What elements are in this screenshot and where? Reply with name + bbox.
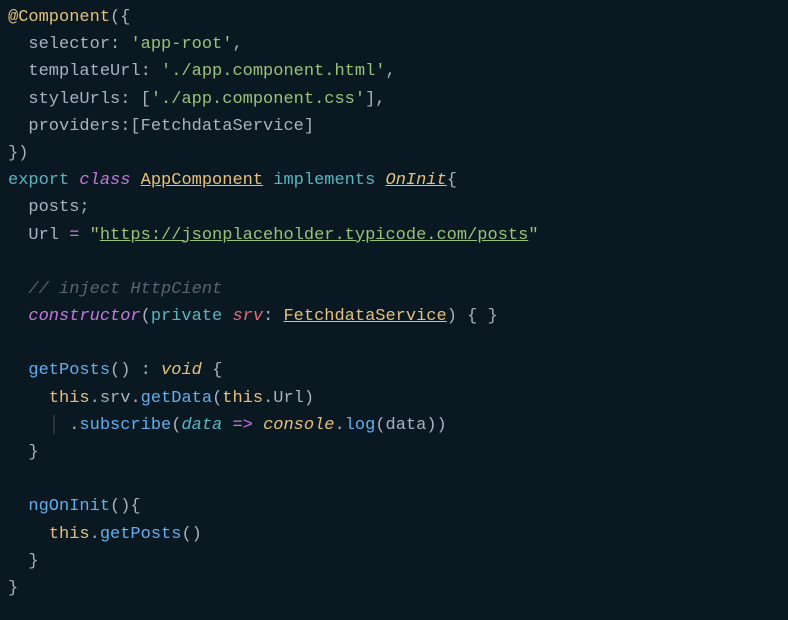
code-line: constructor(private srv: FetchdataServic… (8, 307, 498, 326)
code-line: } (8, 443, 39, 462)
code-line: selector: 'app-root', (8, 35, 243, 54)
code-line: getPosts() : void { (8, 361, 222, 380)
comment: // inject HttpCient (28, 280, 222, 299)
code-line: // inject HttpCient (8, 280, 222, 299)
interface-name: OnInit (386, 171, 447, 190)
code-line: styleUrls: ['./app.component.css'], (8, 90, 386, 109)
code-line: this.srv.getData(this.Url) (8, 389, 314, 408)
url-literal: https://jsonplaceholder.typicode.com/pos… (100, 226, 528, 245)
code-line: │ .subscribe(data => console.log(data)) (8, 416, 447, 435)
decorator: @Component (8, 8, 110, 27)
code-line: providers:[FetchdataService] (8, 117, 314, 136)
method-ngoninit: ngOnInit (28, 497, 110, 516)
method-getposts: getPosts (28, 361, 110, 380)
code-line: ngOnInit(){ (8, 497, 141, 516)
code-line: }) (8, 144, 28, 163)
code-line: @Component({ (8, 8, 130, 27)
code-line: Url = "https://jsonplaceholder.typicode.… (8, 226, 539, 245)
code-line: templateUrl: './app.component.html', (8, 62, 396, 81)
code-line: posts; (8, 198, 90, 217)
code-line: } (8, 552, 39, 571)
code-line: } (8, 579, 18, 598)
code-line: this.getPosts() (8, 525, 202, 544)
type-name: FetchdataService (283, 307, 446, 326)
code-editor[interactable]: @Component({ selector: 'app-root', templ… (8, 4, 780, 602)
code-line: export class AppComponent implements OnI… (8, 171, 457, 190)
class-name: AppComponent (141, 171, 263, 190)
